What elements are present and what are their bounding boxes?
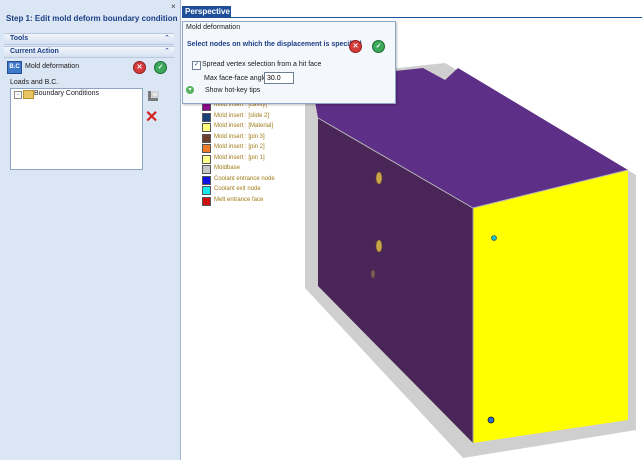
- confirm-icon[interactable]: ✓: [372, 40, 385, 53]
- spread-selection-label: Spread vertex selection from a hit face: [202, 61, 322, 68]
- confirm-icon[interactable]: ✓: [154, 61, 167, 74]
- hole-marker: [371, 270, 375, 278]
- bc-tree[interactable]: [10, 88, 143, 170]
- delete-icon[interactable]: ✕: [145, 110, 158, 126]
- legend-swatch: [202, 123, 211, 132]
- legend-swatch: [202, 186, 211, 195]
- dialog-prompt: Select nodes on which the displacement i…: [187, 41, 362, 48]
- legend-label: Coolant exit node: [214, 186, 261, 192]
- angle-label: Max face-face angle: [204, 75, 268, 82]
- coolant-marker: [491, 235, 497, 241]
- bc-icon: B.C: [7, 61, 22, 74]
- current-action-header-label: Current Action: [10, 48, 59, 55]
- expand-icon[interactable]: ▾: [186, 86, 194, 94]
- hotkey-tips-link[interactable]: Show hot-key tips: [205, 87, 260, 94]
- collapse-icon[interactable]: ⌃: [164, 47, 170, 55]
- legend-label: Mold insert : [pin 1]: [214, 154, 265, 161]
- folder-icon: [23, 90, 34, 99]
- legend-label: Mold insert : [slide 2]: [214, 112, 270, 119]
- legend-swatch: [202, 133, 211, 143]
- legend-swatch: [202, 154, 211, 164]
- cancel-icon[interactable]: ✕: [133, 61, 146, 74]
- tools-header[interactable]: Tools ⌃: [4, 33, 174, 45]
- tree-item-boundary-conditions[interactable]: Boundary Conditions: [34, 90, 99, 97]
- step-title: Step 1: Edit mold deform boundary condit…: [6, 14, 178, 23]
- coolant-marker: [487, 416, 495, 424]
- dialog-title: Mold deformation: [186, 24, 241, 31]
- legend-swatch: [202, 175, 211, 185]
- tools-header-label: Tools: [10, 35, 29, 42]
- collapse-icon[interactable]: ⌃: [164, 34, 170, 42]
- legend-label: Coolant entrance node: [214, 175, 275, 182]
- cancel-icon[interactable]: ✕: [349, 40, 362, 53]
- legend-label: Moldbase: [214, 165, 241, 171]
- legend-swatch: [202, 196, 211, 206]
- add-bc-icon[interactable]: [147, 90, 159, 102]
- current-action-header[interactable]: Current Action ⌃: [4, 46, 174, 58]
- hole-marker: [375, 171, 383, 185]
- max-angle-input[interactable]: [264, 72, 294, 84]
- loads-label: Loads and B.C.: [10, 79, 59, 86]
- mold-side-face: [473, 170, 628, 443]
- legend-label: Mold insert : [Material]: [214, 123, 274, 129]
- hole-marker: [375, 239, 383, 253]
- legend-label: Mold insert : [pin 3]: [214, 133, 265, 140]
- legend-swatch: [202, 165, 211, 174]
- spread-selection-checkbox[interactable]: ✓: [192, 61, 201, 70]
- close-icon[interactable]: ×: [171, 2, 176, 11]
- legend-swatch: [202, 144, 211, 153]
- legend-label: Mold insert : [pin 2]: [214, 144, 265, 150]
- action-label: Mold deformation: [25, 63, 80, 70]
- tree-expand-icon[interactable]: -: [14, 91, 22, 99]
- legend-swatch: [202, 112, 211, 122]
- legend-label: Melt entrance face: [214, 196, 264, 203]
